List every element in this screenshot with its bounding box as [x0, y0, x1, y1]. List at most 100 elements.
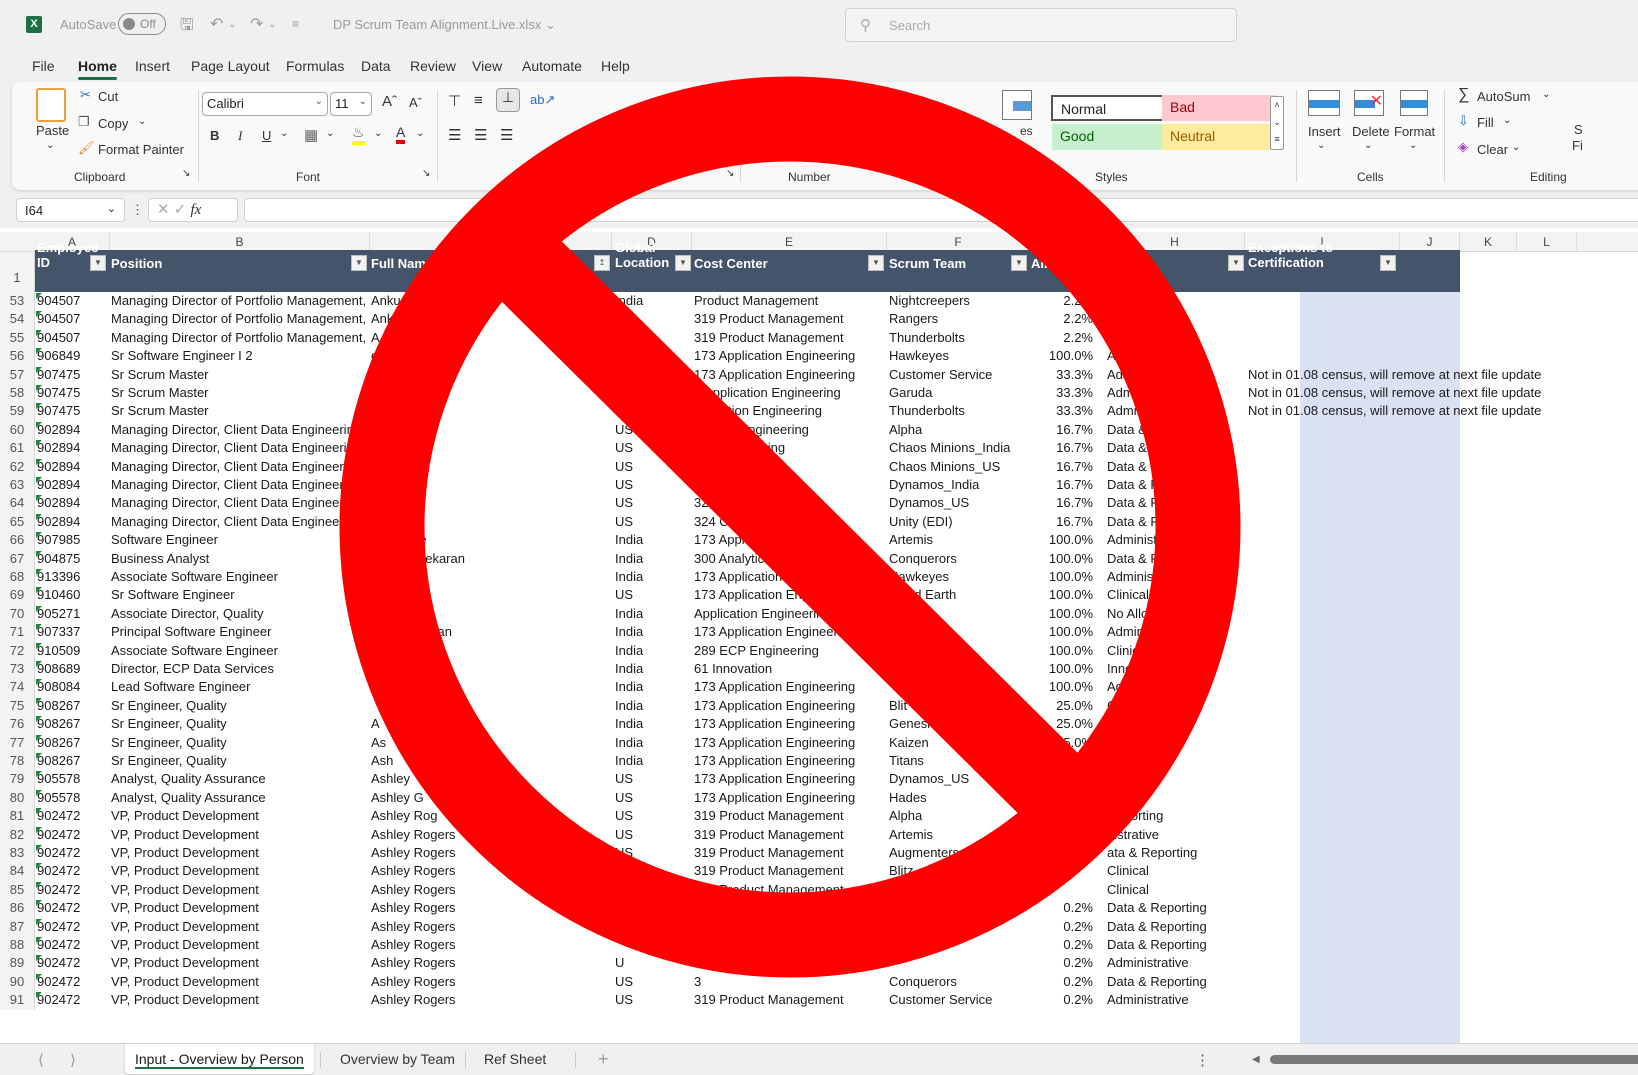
column-header-l[interactable]: L: [1517, 232, 1577, 252]
cell-exc[interactable]: [1248, 660, 1638, 678]
cell-alloc[interactable]: 100.0%: [1031, 678, 1093, 696]
cell-id[interactable]: 907337: [37, 623, 109, 641]
cell-id[interactable]: 908267: [37, 734, 109, 752]
cell-exc[interactable]: [1248, 826, 1638, 844]
cell-exc[interactable]: [1248, 844, 1638, 862]
row-header[interactable]: 61: [0, 439, 35, 458]
cell-name[interactable]: Sudhir: [371, 513, 611, 531]
comma-button[interactable]: ,: [817, 128, 821, 145]
cell-team[interactable]: Garuda: [889, 384, 1029, 402]
row-header[interactable]: 76: [0, 715, 35, 734]
cell-id[interactable]: 908084: [37, 678, 109, 696]
cell-cc[interactable]: 173 Application Engineering: [694, 752, 886, 770]
cell-exc[interactable]: Not in 01.08 census, will remove at next…: [1248, 402, 1638, 420]
number-launcher-icon[interactable]: ↘: [888, 168, 896, 179]
cell-team[interactable]: [889, 899, 1029, 917]
cell-h[interactable]: Data & Reporting: [1107, 973, 1245, 991]
cell-team[interactable]: Thunderbolts: [889, 402, 1029, 420]
cell-alloc[interactable]: 100.0%: [1031, 642, 1093, 660]
cell-alloc[interactable]: 0%: [1031, 752, 1093, 770]
autosum-button[interactable]: AutoSum: [1477, 89, 1530, 104]
horizontal-scrollbar[interactable]: [1270, 1055, 1638, 1064]
cell-exc[interactable]: [1248, 623, 1638, 641]
cell-cc[interactable]: 173 Application Engineering: [694, 789, 886, 807]
cell-exc[interactable]: [1248, 991, 1638, 1009]
cell-id[interactable]: 913396: [37, 568, 109, 586]
cell-exc[interactable]: [1248, 439, 1638, 457]
cell-exc[interactable]: [1248, 531, 1638, 549]
cell-h[interactable]: Clinical: [1107, 642, 1245, 660]
cell-h[interactable]: Administrat: [1107, 568, 1245, 586]
cell-exc[interactable]: [1248, 458, 1638, 476]
cell-name[interactable]: Ashley Rogers: [371, 936, 611, 954]
row-header[interactable]: 1: [0, 252, 35, 292]
cell-exc[interactable]: [1248, 918, 1638, 936]
cell-pos[interactable]: VP, Product Development: [111, 844, 369, 862]
cell-h[interactable]: [1107, 752, 1245, 770]
cell-h[interactable]: Administrative: [1107, 991, 1245, 1009]
orientation-icon[interactable]: ab↗: [530, 92, 555, 108]
cell-cc[interactable]: 32 eering: [694, 494, 886, 512]
underline-dropdown-icon[interactable]: ⌄: [280, 128, 288, 139]
cell-h[interactable]: Clinical: [1107, 881, 1245, 899]
redo-dropdown-icon[interactable]: ⌄: [268, 19, 276, 30]
tab-file[interactable]: File: [32, 58, 55, 74]
cell-id[interactable]: 907985: [37, 531, 109, 549]
alignment-launcher-icon[interactable]: ↘: [726, 168, 734, 179]
cell-exc[interactable]: [1248, 862, 1638, 880]
tab-review[interactable]: Review: [410, 58, 456, 74]
cell-pos[interactable]: VP, Product Development: [111, 991, 369, 1009]
cell-cc[interactable]: 3 Application Engineering: [694, 384, 886, 402]
filter-dropdown-icon[interactable]: ▼: [1011, 255, 1027, 271]
cell-h[interactable]: Data & Re: [1107, 421, 1245, 439]
cell-exc[interactable]: [1248, 789, 1638, 807]
cell-cc[interactable]: 319 Product Management: [694, 881, 886, 899]
column-header-g[interactable]: G: [1030, 232, 1105, 252]
cell-alloc[interactable]: 16.7%: [1031, 421, 1093, 439]
cell-id[interactable]: 908267: [37, 715, 109, 733]
cell-h[interactable]: rting: [1107, 770, 1245, 788]
underline-button[interactable]: U: [262, 128, 271, 143]
cell-loc[interactable]: India: [615, 605, 691, 623]
cell-alloc[interactable]: [1031, 789, 1093, 807]
cell-alloc[interactable]: 33.3%: [1031, 366, 1093, 384]
column-header-b[interactable]: B: [110, 232, 370, 252]
cell-name[interactable]: ar Jeyaseelan: [371, 623, 611, 641]
row-header[interactable]: 67: [0, 549, 35, 568]
tab-automate[interactable]: Automate: [522, 58, 582, 74]
cell-name[interactable]: A: [371, 329, 611, 347]
cell-id[interactable]: 902472: [37, 826, 109, 844]
cell-h[interactable]: Data & Repo: [1107, 550, 1245, 568]
cell-team[interactable]: rched Earth: [889, 586, 1029, 604]
cell-loc[interactable]: US: [615, 458, 691, 476]
cell-name[interactable]: Ashley Rogers: [371, 918, 611, 936]
sheet-tab-overview-by-team[interactable]: Overview by Team: [330, 1044, 465, 1074]
cell-alloc[interactable]: 2.2%: [1031, 292, 1093, 310]
row-header[interactable]: 79: [0, 770, 35, 789]
cell-team[interactable]: Hawkeyes: [889, 568, 1029, 586]
cell-id[interactable]: 902472: [37, 936, 109, 954]
cell-id[interactable]: 902472: [37, 844, 109, 862]
row-header[interactable]: 63: [0, 476, 35, 495]
cell-loc[interactable]: India: [615, 642, 691, 660]
cell-alloc[interactable]: 0.2%: [1031, 936, 1093, 954]
cell-h[interactable]: nistrative: [1107, 826, 1245, 844]
cell-team[interactable]: Alpha: [889, 807, 1029, 825]
cell-loc[interactable]: US: [615, 770, 691, 788]
copy-button[interactable]: Copy: [98, 116, 128, 131]
cell-name[interactable]: eshmukh: [371, 366, 611, 384]
cancel-icon[interactable]: ✕: [157, 201, 170, 218]
cell-h[interactable]: Clinical: [1107, 586, 1245, 604]
cell-cc[interactable]: Product Management: [694, 292, 886, 310]
cell-pos[interactable]: Sr Engineer, Quality: [111, 715, 369, 733]
cell-name[interactable]: A: [371, 715, 611, 733]
cell-pos[interactable]: VP, Product Development: [111, 918, 369, 936]
cell-name[interactable]: sari: [371, 642, 611, 660]
cell-h[interactable]: Data & Rep: [1107, 458, 1245, 476]
filter-dropdown-icon[interactable]: ▼: [90, 255, 106, 271]
row-header[interactable]: 65: [0, 512, 35, 532]
cell-alloc[interactable]: [1031, 844, 1093, 862]
cell-alloc[interactable]: 25.0%: [1031, 734, 1093, 752]
cell-cc[interactable]: 300 Analytic: [694, 550, 886, 568]
tab-view[interactable]: View: [472, 58, 502, 74]
